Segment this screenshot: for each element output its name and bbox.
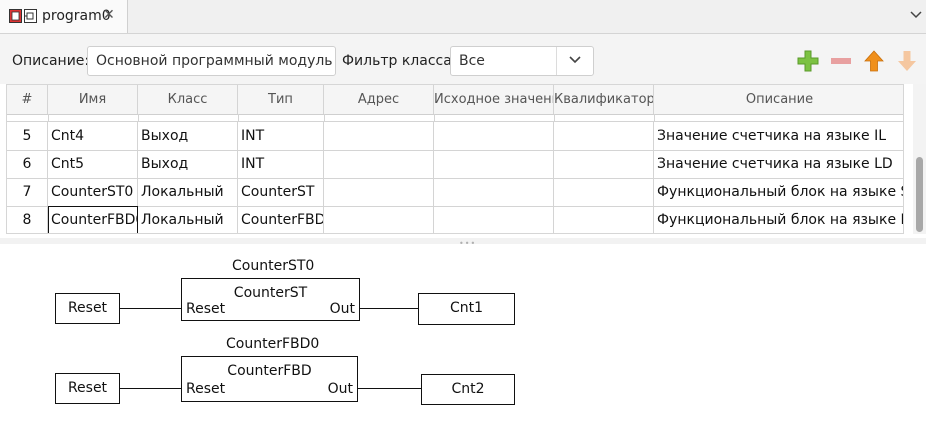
remove-variable-button[interactable] — [829, 49, 853, 73]
cell-initial-value[interactable] — [434, 178, 554, 206]
column-header-initial-value[interactable]: Исходное значение — [434, 85, 554, 114]
cell-description[interactable]: Функциональный блок на языке FBD — [654, 206, 903, 233]
cell-num[interactable]: 7 — [7, 178, 48, 206]
move-up-button[interactable] — [862, 49, 886, 73]
scrollbar-thumb[interactable] — [916, 157, 923, 232]
block-type-name: CounterST — [233, 285, 308, 301]
cell-qualifier[interactable] — [554, 206, 654, 233]
cell-address[interactable] — [324, 206, 434, 233]
input-variable-label: Reset — [67, 300, 108, 316]
table-row[interactable]: 5 Cnt4 Выход INT Значение счетчика на языке … — [7, 122, 903, 151]
function-block-counterst[interactable]: CounterST Reset Out — [181, 278, 360, 321]
block-instance-name: CounterST0 — [232, 258, 315, 274]
output-variable-label: Cnt2 — [451, 381, 485, 397]
partial-row — [7, 114, 903, 122]
program-module-icon — [9, 9, 37, 23]
column-header-name[interactable]: Имя — [48, 85, 138, 114]
output-variable-cnt1[interactable]: Cnt1 — [418, 293, 515, 325]
block-output-pin: Out — [327, 381, 353, 397]
class-filter-label: Фильтр класса: — [342, 53, 457, 69]
block-input-pin: Reset — [186, 301, 226, 317]
function-block-counterfbd[interactable]: CounterFBD Reset Out — [181, 356, 358, 402]
cell-address[interactable] — [324, 122, 434, 150]
cell-description[interactable]: Значение счетчика на языке LD — [654, 150, 903, 178]
table-header: # Имя Класс Тип Адрес Исходное значение … — [7, 85, 903, 115]
cell-qualifier[interactable] — [554, 150, 654, 178]
table-row[interactable]: 8 CounterFBD0 Локальный CounterFBD Функциона… — [7, 206, 903, 233]
input-variable-label: Reset — [67, 380, 108, 396]
cell-class[interactable]: Выход — [138, 150, 238, 178]
cell-type[interactable]: CounterST — [238, 178, 324, 206]
chevron-down-icon[interactable] — [908, 6, 924, 22]
description-label: Описание: — [12, 53, 90, 69]
chevron-down-icon — [569, 56, 581, 64]
cell-class[interactable]: Локальный — [138, 206, 238, 233]
cell-initial-value[interactable] — [434, 122, 554, 150]
output-variable-cnt2[interactable]: Cnt2 — [421, 374, 515, 405]
tab-title: program0 — [42, 8, 111, 24]
cell-qualifier[interactable] — [554, 122, 654, 150]
connection-wire — [120, 388, 181, 389]
table-scrollbar[interactable] — [913, 84, 926, 234]
connection-wire — [360, 308, 418, 309]
variables-toolbar: Описание: Основной программный модуль Фи… — [0, 34, 926, 84]
cell-type[interactable]: CounterFBD — [238, 206, 324, 233]
class-filter-value: Все — [459, 53, 485, 69]
cell-class[interactable]: Выход — [138, 122, 238, 150]
description-input-value: Основной программный модуль — [96, 53, 333, 69]
connection-wire — [358, 388, 421, 389]
block-input-pin: Reset — [186, 381, 226, 397]
close-icon[interactable]: ✕ — [103, 7, 115, 23]
tab-bar: program0 ✕ — [0, 0, 926, 34]
cell-num[interactable]: 8 — [7, 206, 48, 233]
cell-class[interactable]: Локальный — [138, 178, 238, 206]
class-filter-dropdown-button[interactable] — [556, 47, 593, 75]
move-down-button[interactable] — [895, 49, 919, 73]
block-type-name: CounterFBD — [227, 363, 312, 379]
output-variable-label: Cnt1 — [449, 300, 484, 316]
block-output-pin: Out — [329, 301, 355, 317]
description-input[interactable]: Основной программный модуль — [87, 46, 336, 76]
input-variable-reset-1[interactable]: Reset — [55, 293, 120, 324]
cell-name[interactable]: CounterST0 — [48, 178, 138, 206]
column-header-class[interactable]: Класс — [138, 85, 238, 114]
cell-num[interactable]: 6 — [7, 150, 48, 178]
variables-table: # Имя Класс Тип Адрес Исходное значение … — [6, 84, 904, 234]
cell-description[interactable]: Значение счетчика на языке IL — [654, 122, 903, 150]
table-row[interactable]: 7 CounterST0 Локальный CounterST Функциональ… — [7, 178, 903, 207]
cell-name[interactable]: CounterFBD0 — [48, 206, 138, 233]
table-row[interactable]: 6 Cnt5 Выход INT Значение счетчика на языке … — [7, 150, 903, 179]
cell-initial-value[interactable] — [434, 150, 554, 178]
cell-description[interactable]: Функциональный блок на языке ST — [654, 178, 903, 206]
add-variable-button[interactable] — [796, 49, 820, 73]
cell-address[interactable] — [324, 178, 434, 206]
connection-wire — [120, 308, 181, 309]
column-header-qualifier[interactable]: Квалификатор — [554, 85, 654, 114]
input-variable-reset-2[interactable]: Reset — [55, 373, 120, 404]
cell-qualifier[interactable] — [554, 178, 654, 206]
fbd-diagram: Reset CounterST0 CounterST Reset Out Cnt… — [0, 246, 926, 425]
cell-address[interactable] — [324, 150, 434, 178]
class-filter-select[interactable]: Все — [450, 46, 594, 76]
cell-type[interactable]: INT — [238, 150, 324, 178]
column-header-address[interactable]: Адрес — [324, 85, 434, 114]
column-header-num[interactable]: # — [7, 85, 48, 114]
cell-name[interactable]: Cnt5 — [48, 150, 138, 178]
cell-initial-value[interactable] — [434, 206, 554, 233]
block-instance-name: CounterFBD0 — [226, 336, 320, 352]
tab-program0[interactable]: program0 ✕ — [0, 0, 128, 33]
column-header-type[interactable]: Тип — [238, 85, 324, 114]
column-header-description[interactable]: Описание — [654, 85, 903, 114]
cell-num[interactable]: 5 — [7, 122, 48, 150]
pane-splitter[interactable]: ••• — [0, 238, 926, 248]
cell-type[interactable]: INT — [238, 122, 324, 150]
cell-name[interactable]: Cnt4 — [48, 122, 138, 150]
